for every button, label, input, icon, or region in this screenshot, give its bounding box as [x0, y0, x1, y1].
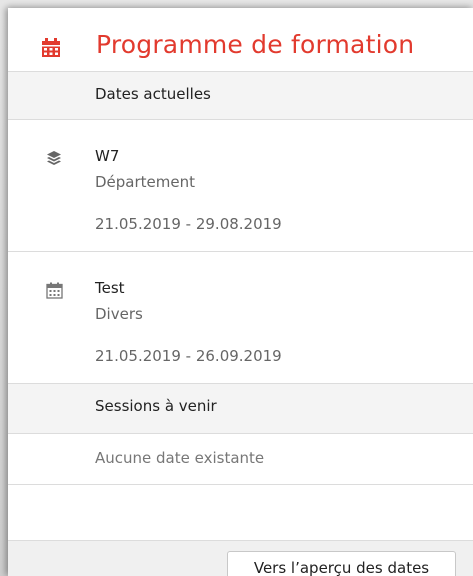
current-dates-heading: Dates actuelles — [8, 72, 473, 120]
dates-overview-button[interactable]: Vers l’aperçu des dates — [227, 551, 456, 576]
upcoming-sessions-label: Sessions à venir — [95, 397, 217, 415]
widget-header: Programme de formation — [8, 8, 473, 72]
upcoming-sessions-heading: Sessions à venir — [8, 384, 473, 434]
list-item[interactable]: W7 Département 21.05.2019 - 29.08.2019 — [8, 120, 473, 252]
empty-state-text: Aucune date existante — [95, 449, 265, 467]
item-category: Département — [95, 173, 195, 191]
empty-state: Aucune date existante — [8, 434, 473, 485]
window-frame: Programme de formation Dates actuelles W… — [0, 0, 473, 576]
item-dates: 21.05.2019 - 29.08.2019 — [95, 215, 282, 233]
item-name: W7 — [95, 147, 120, 165]
layers-icon — [46, 150, 62, 170]
current-dates-label: Dates actuelles — [95, 85, 211, 103]
calendar-icon — [41, 38, 61, 62]
widget-title: Programme de formation — [96, 30, 415, 59]
training-schedule-widget: Programme de formation Dates actuelles W… — [8, 8, 473, 576]
calendar-small-icon — [46, 282, 63, 303]
item-name: Test — [95, 279, 125, 297]
item-dates: 21.05.2019 - 26.09.2019 — [95, 347, 282, 365]
widget-footer: Vers l’aperçu des dates — [8, 540, 473, 576]
list-item[interactable]: Test Divers 21.05.2019 - 26.09.2019 — [8, 252, 473, 384]
item-category: Divers — [95, 305, 143, 323]
